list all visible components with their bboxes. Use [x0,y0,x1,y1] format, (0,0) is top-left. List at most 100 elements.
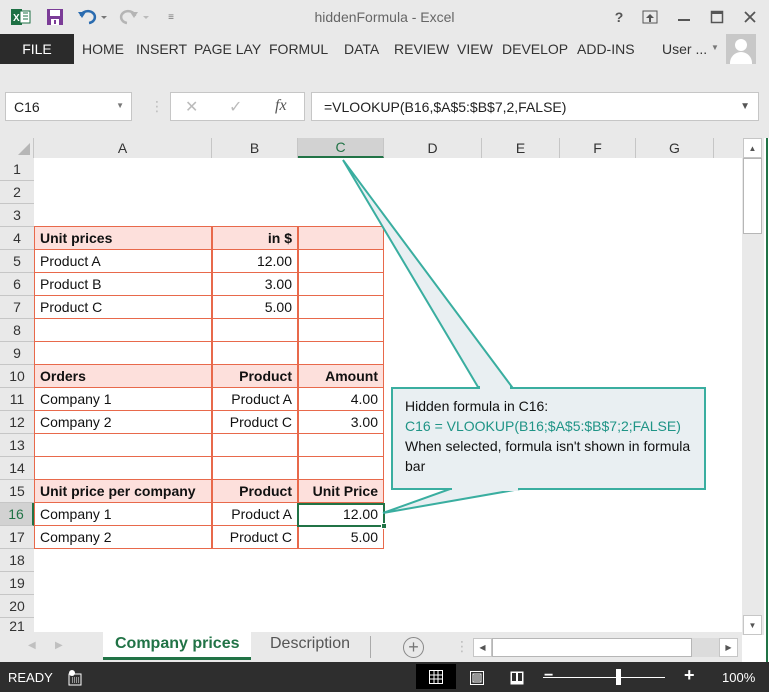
normal-view-icon[interactable] [416,664,456,689]
scroll-left-arrow-icon[interactable]: ◀ [473,638,492,657]
row-header-1[interactable]: 1 [0,158,34,181]
page-break-preview-icon[interactable] [508,667,526,689]
zoom-slider-thumb[interactable] [616,669,621,685]
column-header-d[interactable]: D [384,138,482,158]
enter-icon[interactable]: ✓ [229,97,242,117]
row-header-11[interactable]: 11 [0,388,34,411]
zoom-level[interactable]: 100% [722,670,755,685]
row-header-20[interactable]: 20 [0,595,34,618]
row-header-8[interactable]: 8 [0,319,34,342]
cell-b12[interactable]: Product C [212,410,298,434]
close-icon[interactable] [736,6,764,28]
cell-a12[interactable]: Company 2 [34,410,212,434]
cell-b14[interactable] [212,456,298,480]
horizontal-scroll-thumb[interactable] [492,638,692,657]
cell-c6[interactable] [298,272,384,296]
cell-a5[interactable]: Product A [34,249,212,273]
sheet-tab-company-prices[interactable]: Company prices [103,632,252,660]
cell-b16[interactable]: Product A [212,502,298,526]
cell-c14[interactable] [298,456,384,480]
vertical-scroll-thumb[interactable] [743,158,762,234]
vertical-scrollbar[interactable]: ▲ ▼ [742,138,764,635]
cell-c8[interactable] [298,318,384,342]
user-account[interactable]: User ... ▼ [662,41,719,57]
tab-review[interactable]: REVIEW [394,41,449,57]
page-layout-view-icon[interactable] [468,667,486,689]
row-header-19[interactable]: 19 [0,572,34,595]
cancel-icon[interactable]: ✕ [185,97,198,117]
insert-function-icon[interactable]: fx [275,97,287,115]
cell-a17[interactable]: Company 2 [34,525,212,549]
column-header-e[interactable]: E [482,138,560,158]
row-header-2[interactable]: 2 [0,181,34,204]
chevron-down-icon[interactable]: ▼ [116,101,124,110]
cell-c4[interactable] [298,226,384,250]
scroll-up-arrow-icon[interactable]: ▲ [743,138,762,158]
cell-c11[interactable]: 4.00 [298,387,384,411]
formula-bar-grip-icon[interactable]: ⋮ [150,98,164,115]
row-header-6[interactable]: 6 [0,273,34,296]
help-icon[interactable]: ? [605,6,633,28]
row-header-4[interactable]: 4 [0,227,34,250]
row-header-12[interactable]: 12 [0,411,34,434]
column-header-g[interactable]: G [636,138,714,158]
cell-b15[interactable]: Product [212,479,298,503]
name-box[interactable]: C16 ▼ [5,92,132,121]
row-header-7[interactable]: 7 [0,296,34,319]
row-header-17[interactable]: 17 [0,526,34,549]
cell-a15[interactable]: Unit price per company [34,479,212,503]
row-header-5[interactable]: 5 [0,250,34,273]
avatar[interactable] [726,34,756,64]
cell-b6[interactable]: 3.00 [212,272,298,296]
zoom-slider-track[interactable] [543,677,665,678]
tab-formulas[interactable]: FORMUL [269,41,328,57]
cell-a7[interactable]: Product C [34,295,212,319]
row-header-13[interactable]: 13 [0,434,34,457]
expand-formula-bar-icon[interactable]: ▼ [740,101,750,112]
column-header-c[interactable]: C [298,138,384,158]
cell-a10[interactable]: Orders [34,364,212,388]
row-header-10[interactable]: 10 [0,365,34,388]
cell-a6[interactable]: Product B [34,272,212,296]
active-cell-selection[interactable] [297,503,387,529]
scroll-right-arrow-icon[interactable]: ▶ [719,638,738,657]
row-header-14[interactable]: 14 [0,457,34,480]
cell-b4[interactable]: in $ [212,226,298,250]
tab-page-layout[interactable]: PAGE LAY [194,41,261,57]
tab-developer[interactable]: DEVELOP [502,41,568,57]
tab-data[interactable]: DATA [344,41,379,57]
cell-c10[interactable]: Amount [298,364,384,388]
column-header-a[interactable]: A [34,138,212,158]
cell-a9[interactable] [34,341,212,365]
file-tab[interactable]: FILE [0,34,74,64]
zoom-out-button[interactable]: − [544,667,553,685]
macro-recording-icon[interactable] [66,667,84,689]
sheet-scroll-right-icon[interactable]: ▶ [55,640,63,651]
cell-b11[interactable]: Product A [212,387,298,411]
row-header-16[interactable]: 16 [0,503,34,526]
cell-c12[interactable]: 3.00 [298,410,384,434]
cell-a11[interactable]: Company 1 [34,387,212,411]
cell-c9[interactable] [298,341,384,365]
horizontal-scrollbar[interactable]: ◀ ▶ [473,638,738,657]
cell-b7[interactable]: 5.00 [212,295,298,319]
add-sheet-button[interactable]: + [403,637,424,658]
fill-handle[interactable] [381,523,387,529]
tab-add-ins[interactable]: ADD-INS [577,41,635,57]
column-header-b[interactable]: B [212,138,298,158]
cell-c7[interactable] [298,295,384,319]
cell-c17[interactable]: 5.00 [298,525,384,549]
row-header-18[interactable]: 18 [0,549,34,572]
maximize-icon[interactable] [703,6,731,28]
cell-b17[interactable]: Product C [212,525,298,549]
cell-b13[interactable] [212,433,298,457]
row-header-15[interactable]: 15 [0,480,34,503]
ribbon-display-options-icon[interactable] [636,6,664,28]
cell-b10[interactable]: Product [212,364,298,388]
formula-input[interactable]: =VLOOKUP(B16,$A$5:$B$7,2,FALSE) ▼ [311,92,759,121]
cell-a13[interactable] [34,433,212,457]
cell-c5[interactable] [298,249,384,273]
tab-split-grip-icon[interactable]: ⋮ [455,638,469,655]
cell-b9[interactable] [212,341,298,365]
cell-a4[interactable]: Unit prices [34,226,212,250]
